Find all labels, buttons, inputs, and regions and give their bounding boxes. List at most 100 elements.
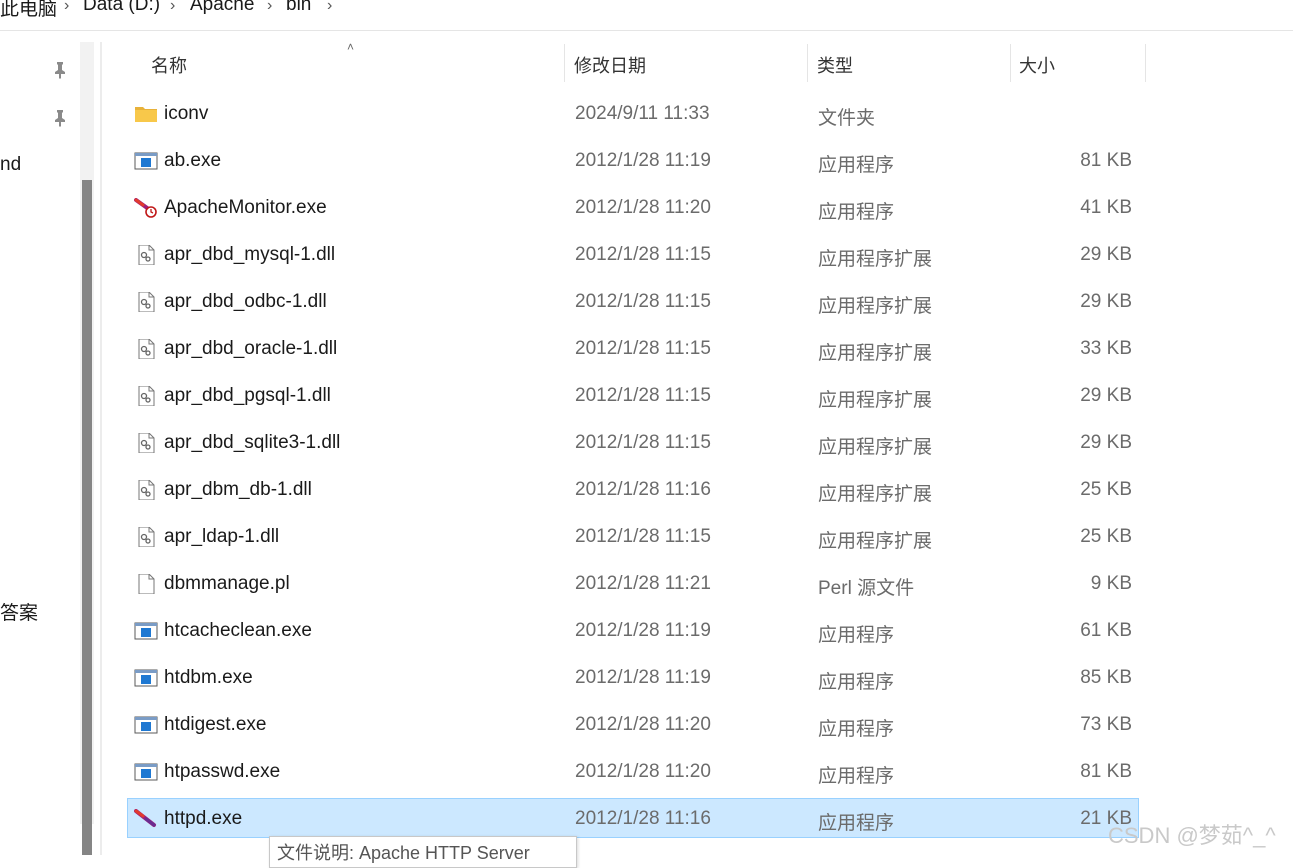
file-row[interactable]: apr_dbd_pgsql-1.dll 2012/1/28 11:15 应用程序扩展… [127, 375, 1139, 415]
column-header-name[interactable]: 名称 [151, 52, 187, 78]
file-type: 应用程序扩展 [818, 343, 933, 364]
folder-icon [134, 104, 158, 124]
file-type: 应用程序 [818, 766, 895, 787]
file-row[interactable]: apr_dbd_oracle-1.dll 2012/1/28 11:15 应用程序扩… [127, 328, 1139, 368]
watermark: CSDN @梦茹^_^ [1108, 823, 1276, 848]
chevron-right-icon[interactable]: › [327, 0, 332, 15]
nav-item-partial[interactable]: 答案 [0, 598, 38, 625]
file-size: 29 KB [1080, 432, 1132, 453]
pin-icon[interactable] [53, 109, 67, 127]
file-type: 应用程序扩展 [818, 249, 933, 270]
file-date: 2012/1/28 11:15 [575, 244, 711, 265]
file-row[interactable]: apr_dbm_db-1.dll 2012/1/28 11:16 应用程序扩展 25 … [127, 469, 1139, 509]
column-divider[interactable] [1145, 44, 1146, 82]
file-type: 应用程序扩展 [818, 390, 933, 411]
file-icon [134, 573, 158, 595]
sort-ascending-icon: ˄ [347, 40, 355, 54]
file-name: apr_dbd_mysql-1.dll [164, 244, 336, 265]
file-size: 29 KB [1080, 244, 1132, 265]
file-name: htpasswd.exe [164, 761, 281, 782]
file-row[interactable]: apr_ldap-1.dll 2012/1/28 11:15 应用程序扩展 25 KB [127, 516, 1139, 556]
chevron-right-icon[interactable]: › [170, 0, 175, 15]
file-type: 应用程序 [818, 155, 895, 176]
column-divider[interactable] [564, 44, 565, 82]
file-name: htdbm.exe [164, 667, 253, 688]
file-size: 81 KB [1080, 761, 1132, 782]
file-name: apr_dbm_db-1.dll [164, 479, 312, 500]
file-size: 81 KB [1080, 150, 1132, 171]
dll-icon [134, 526, 158, 548]
dll-icon [134, 291, 158, 313]
file-size: 29 KB [1080, 291, 1132, 312]
column-header-size[interactable]: 大小 [1019, 52, 1055, 78]
file-type: 应用程序扩展 [818, 531, 933, 552]
exe-icon [134, 668, 158, 688]
pane-divider[interactable] [100, 42, 102, 855]
exe-icon [134, 621, 158, 641]
file-size: 73 KB [1080, 714, 1132, 735]
file-name: apr_dbd_pgsql-1.dll [164, 385, 331, 406]
file-name: apr_dbd_sqlite3-1.dll [164, 432, 341, 453]
file-type: Perl 源文件 [818, 578, 915, 599]
column-divider[interactable] [1010, 44, 1011, 82]
file-name: httpd.exe [164, 808, 243, 829]
file-date: 2012/1/28 11:20 [575, 761, 711, 782]
file-name: dbmmanage.pl [164, 573, 290, 594]
file-name: apr_dbd_odbc-1.dll [164, 291, 327, 312]
file-row[interactable]: ab.exe 2012/1/28 11:19 应用程序 81 KB [127, 140, 1139, 180]
file-size: 9 KB [1090, 573, 1132, 594]
column-header-date[interactable]: 修改日期 [574, 52, 646, 78]
file-row[interactable]: htcacheclean.exe 2012/1/28 11:19 应用程序 61 KB [127, 610, 1139, 650]
breadcrumb-bin[interactable]: bin [286, 0, 311, 16]
file-row[interactable]: apr_dbd_mysql-1.dll 2012/1/28 11:15 应用程序扩展… [127, 234, 1139, 274]
file-name: apr_dbd_oracle-1.dll [164, 338, 338, 359]
dll-icon [134, 479, 158, 501]
file-type: 应用程序 [818, 719, 895, 740]
file-date: 2012/1/28 11:16 [575, 808, 711, 829]
tooltip-text: 文件说明: Apache HTTP Server [277, 843, 530, 863]
file-row[interactable]: ApacheMonitor.exe 2012/1/28 11:20 应用程序 41 K… [127, 187, 1139, 227]
file-size: 85 KB [1080, 667, 1132, 688]
file-date: 2012/1/28 11:15 [575, 338, 711, 359]
file-size: 29 KB [1080, 385, 1132, 406]
file-type: 应用程序 [818, 625, 895, 646]
chevron-right-icon[interactable]: › [64, 0, 69, 15]
dll-icon [134, 244, 158, 266]
file-type: 应用程序扩展 [818, 296, 933, 317]
file-date: 2012/1/28 11:20 [575, 714, 711, 735]
file-row[interactable]: dbmmanage.pl 2012/1/28 11:21 Perl 源文件 9 KB [127, 563, 1139, 603]
tooltip: 文件说明: Apache HTTP Server [269, 836, 577, 868]
file-type: 应用程序 [818, 202, 895, 223]
file-type: 文件夹 [818, 108, 876, 129]
breadcrumb-this-pc[interactable]: 此电脑 [0, 0, 57, 21]
file-date: 2012/1/28 11:19 [575, 667, 711, 688]
file-name: htcacheclean.exe [164, 620, 312, 641]
file-type: 应用程序 [818, 672, 895, 693]
breadcrumb-drive[interactable]: Data (D:) [83, 0, 160, 16]
file-date: 2012/1/28 11:15 [575, 526, 711, 547]
file-row[interactable]: iconv 2024/9/11 11:33 文件夹 [127, 93, 1139, 133]
file-row[interactable]: htdbm.exe 2012/1/28 11:19 应用程序 85 KB [127, 657, 1139, 697]
file-row[interactable]: httpd.exe 2012/1/28 11:16 应用程序 21 KB [127, 798, 1139, 838]
column-divider[interactable] [807, 44, 808, 82]
apache-monitor-icon [134, 198, 158, 218]
pin-icon[interactable] [53, 61, 67, 79]
file-row[interactable]: htpasswd.exe 2012/1/28 11:20 应用程序 81 KB [127, 751, 1139, 791]
file-date: 2012/1/28 11:15 [575, 291, 711, 312]
file-date: 2024/9/11 11:33 [575, 103, 710, 124]
dll-icon [134, 385, 158, 407]
exe-icon [134, 762, 158, 782]
file-type: 应用程序扩展 [818, 484, 933, 505]
file-size: 61 KB [1080, 620, 1132, 641]
breadcrumb-apache[interactable]: Apache [190, 0, 254, 16]
address-bar[interactable]: 此电脑 › Data (D:) › Apache › bin › [0, 0, 1293, 31]
file-size: 41 KB [1080, 197, 1132, 218]
file-row[interactable]: apr_dbd_sqlite3-1.dll 2012/1/28 11:15 应用程序… [127, 422, 1139, 462]
exe-icon [134, 715, 158, 735]
nav-scrollbar-thumb[interactable] [82, 180, 92, 855]
chevron-right-icon[interactable]: › [267, 0, 272, 15]
nav-item-partial[interactable]: nd [0, 154, 21, 176]
file-row[interactable]: apr_dbd_odbc-1.dll 2012/1/28 11:15 应用程序扩展 2… [127, 281, 1139, 321]
column-header-type[interactable]: 类型 [817, 52, 853, 78]
file-row[interactable]: htdigest.exe 2012/1/28 11:20 应用程序 73 KB [127, 704, 1139, 744]
